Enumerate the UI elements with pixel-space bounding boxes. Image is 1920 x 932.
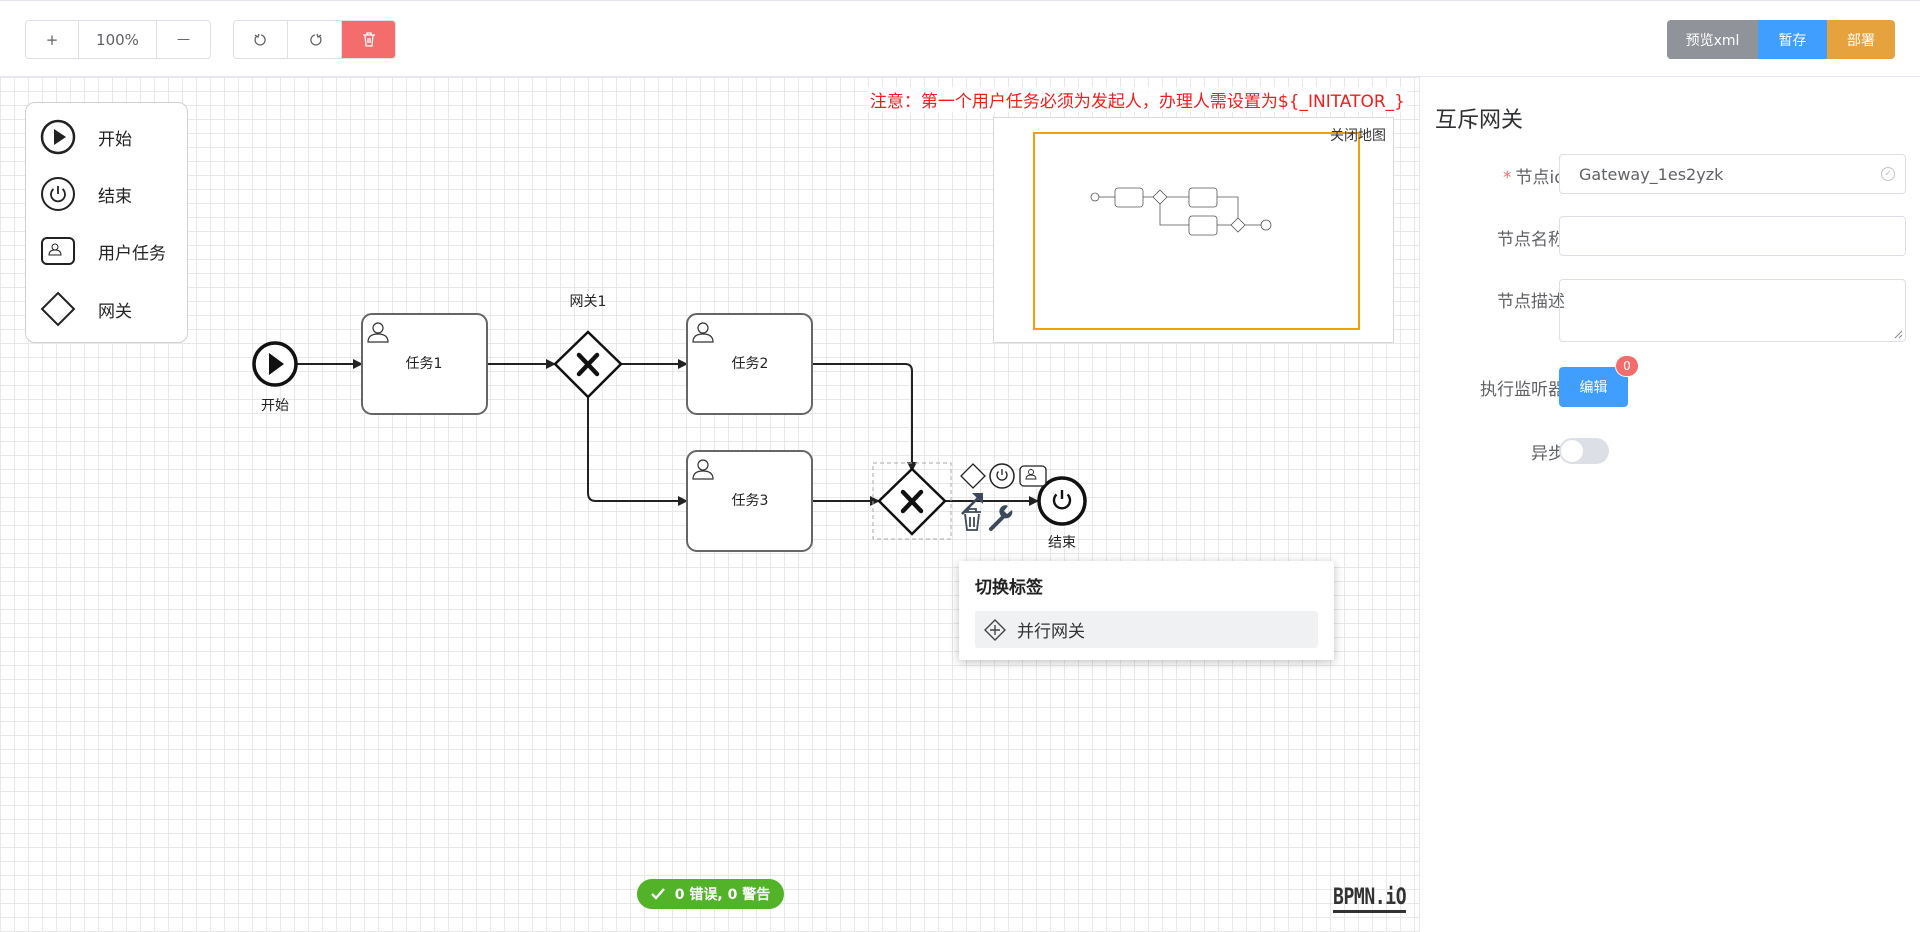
check-icon (650, 888, 665, 900)
task-3-label: 任务3 (732, 493, 769, 509)
bpmn-io-logo[interactable]: BPMN.iO (1333, 886, 1407, 913)
valid-check-icon: ✓ (1881, 167, 1895, 181)
parallel-gateway-icon (983, 618, 1007, 642)
history-button-group (233, 20, 396, 59)
undo-button[interactable] (234, 21, 288, 58)
zoom-level[interactable]: 100% (79, 21, 157, 58)
end-event[interactable] (1037, 476, 1087, 526)
task-1-label: 任务1 (406, 356, 443, 372)
node-name-label: 节点名称 (1497, 230, 1565, 250)
bpmn-canvas[interactable]: 注意：第一个用户任务必须为发起人，办理人需设置为${_INITATOR_} 开始… (0, 77, 1420, 932)
preview-xml-button[interactable]: 预览xml (1667, 20, 1758, 59)
listener-count-badge: 0 (1615, 355, 1639, 377)
trash-icon (362, 32, 375, 47)
listener-label: 执行监听器 (1480, 380, 1565, 400)
delete-button[interactable] (342, 21, 395, 58)
process-diagram: 开始 任务1 网关1 任务2 任务3 结束 (252, 294, 1087, 552)
zoom-button-group: + 100% — (25, 20, 211, 59)
node-id-label: * 节点id (1502, 168, 1565, 188)
node-name-input[interactable] (1559, 216, 1906, 256)
node-desc-textarea[interactable] (1559, 279, 1906, 342)
task-2-label: 任务2 (732, 356, 769, 372)
node-desc-label: 节点描述 (1497, 292, 1565, 312)
resize-grip-icon[interactable] (1894, 330, 1903, 339)
start-event-label: 开始 (261, 398, 289, 414)
redo-icon (309, 33, 321, 46)
start-event[interactable] (252, 341, 298, 387)
redo-button[interactable] (288, 21, 342, 58)
lint-status-badge[interactable]: 0 错误, 0 警告 (637, 879, 784, 909)
toolbar: + 100% — 预览xml 暂存 部署 (0, 0, 1920, 77)
exclusive-gateway-1[interactable] (553, 330, 623, 399)
replace-menu-title: 切换标签 (975, 578, 1043, 598)
exclusive-gateway-2[interactable] (877, 467, 947, 536)
lint-status-text: 0 错误, 0 警告 (674, 887, 771, 903)
connect-arrow-icon[interactable] (961, 493, 983, 515)
node-id-input[interactable]: Gateway_1es2yzk ✓ (1559, 154, 1906, 194)
toggle-knob (1561, 440, 1583, 462)
undo-icon (254, 33, 266, 46)
parallel-gateway-option[interactable]: 并行网关 (975, 611, 1318, 648)
element-type-title: 互斥网关 (1435, 108, 1524, 133)
gateway-1-label: 网关1 (570, 294, 607, 310)
append-end-event-icon[interactable] (989, 463, 1015, 489)
wrench-icon[interactable] (989, 505, 1013, 531)
append-user-task-icon[interactable] (1019, 465, 1047, 487)
zoom-out-button[interactable]: — (157, 21, 210, 58)
async-toggle[interactable] (1559, 438, 1609, 464)
append-gateway-icon[interactable] (960, 463, 986, 489)
deploy-button[interactable]: 部署 (1827, 20, 1895, 59)
parallel-gateway-label: 并行网关 (1017, 622, 1085, 642)
end-event-label: 结束 (1048, 535, 1076, 551)
replace-menu-popup: 切换标签 并行网关 (959, 561, 1334, 660)
save-draft-button[interactable]: 暂存 (1758, 20, 1827, 59)
properties-panel: 互斥网关 * 节点id Gateway_1es2yzk ✓ 节点名称 节点描述 执… (1421, 77, 1920, 932)
zoom-in-button[interactable]: + (26, 21, 79, 58)
action-buttons: 预览xml 暂存 部署 (1667, 20, 1895, 59)
